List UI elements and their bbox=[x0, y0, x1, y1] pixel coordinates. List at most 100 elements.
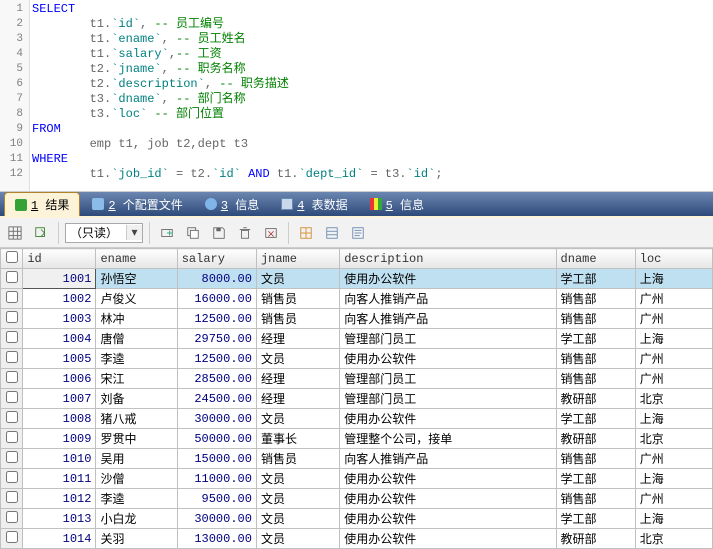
row-checkbox[interactable] bbox=[6, 351, 18, 363]
code-line[interactable]: t2.`description`, -- 职务描述 bbox=[32, 77, 711, 92]
cell-jname[interactable]: 文员 bbox=[256, 409, 339, 429]
cell-id[interactable]: 1013 bbox=[23, 509, 96, 529]
view-grid-icon[interactable] bbox=[295, 222, 317, 244]
cell-jname[interactable]: 销售员 bbox=[256, 449, 339, 469]
cell-id[interactable]: 1006 bbox=[23, 369, 96, 389]
cell-salary[interactable]: 13000.00 bbox=[177, 529, 256, 549]
row-checkbox[interactable] bbox=[6, 391, 18, 403]
cell-id[interactable]: 1001 bbox=[23, 269, 96, 289]
code-line[interactable]: SELECT bbox=[32, 2, 711, 17]
cell-description[interactable]: 使用办公软件 bbox=[340, 489, 556, 509]
cell-dname[interactable]: 销售部 bbox=[556, 449, 635, 469]
view-form-icon[interactable] bbox=[321, 222, 343, 244]
cell-dname[interactable]: 销售部 bbox=[556, 369, 635, 389]
code-line[interactable]: t1.`salary`,-- 工资 bbox=[32, 47, 711, 62]
cell-jname[interactable]: 文员 bbox=[256, 469, 339, 489]
row-checkbox[interactable] bbox=[6, 371, 18, 383]
cell-id[interactable]: 1004 bbox=[23, 329, 96, 349]
cell-loc[interactable]: 广州 bbox=[635, 489, 712, 509]
sql-editor[interactable]: 123456789101112 SELECT t1.`id`, -- 员工编号 … bbox=[0, 0, 713, 192]
table-row[interactable]: 1011沙僧11000.00文员使用办公软件学工部上海 bbox=[1, 469, 713, 489]
row-checkbox[interactable] bbox=[6, 291, 18, 303]
row-checkbox-cell[interactable] bbox=[1, 509, 23, 529]
header-checkbox-cell[interactable] bbox=[1, 249, 23, 269]
cell-jname[interactable]: 文员 bbox=[256, 489, 339, 509]
cell-loc[interactable]: 北京 bbox=[635, 529, 712, 549]
cell-loc[interactable]: 上海 bbox=[635, 469, 712, 489]
table-row[interactable]: 1012李逵9500.00文员使用办公软件销售部广州 bbox=[1, 489, 713, 509]
row-checkbox-cell[interactable] bbox=[1, 429, 23, 449]
cell-ename[interactable]: 刘备 bbox=[96, 389, 177, 409]
cell-id[interactable]: 1005 bbox=[23, 349, 96, 369]
cell-loc[interactable]: 北京 bbox=[635, 389, 712, 409]
cell-ename[interactable]: 关羽 bbox=[96, 529, 177, 549]
cell-ename[interactable]: 李逵 bbox=[96, 489, 177, 509]
cell-salary[interactable]: 24500.00 bbox=[177, 389, 256, 409]
row-checkbox-cell[interactable] bbox=[1, 489, 23, 509]
cell-ename[interactable]: 李逵 bbox=[96, 349, 177, 369]
delete-icon[interactable] bbox=[234, 222, 256, 244]
cell-loc[interactable]: 广州 bbox=[635, 449, 712, 469]
cell-dname[interactable]: 教研部 bbox=[556, 529, 635, 549]
mode-dropdown[interactable]: ▾ bbox=[65, 223, 143, 243]
table-row[interactable]: 1007刘备24500.00经理管理部门员工教研部北京 bbox=[1, 389, 713, 409]
cell-dname[interactable]: 销售部 bbox=[556, 309, 635, 329]
row-checkbox-cell[interactable] bbox=[1, 349, 23, 369]
cell-dname[interactable]: 学工部 bbox=[556, 269, 635, 289]
row-checkbox-cell[interactable] bbox=[1, 369, 23, 389]
save-icon[interactable] bbox=[208, 222, 230, 244]
column-header-salary[interactable]: salary bbox=[177, 249, 256, 269]
row-checkbox-cell[interactable] bbox=[1, 269, 23, 289]
cell-loc[interactable]: 北京 bbox=[635, 429, 712, 449]
tab-t4[interactable]: 4 表数据 bbox=[271, 193, 357, 216]
cell-dname[interactable]: 学工部 bbox=[556, 509, 635, 529]
cell-id[interactable]: 1009 bbox=[23, 429, 96, 449]
cell-loc[interactable]: 广州 bbox=[635, 349, 712, 369]
cell-loc[interactable]: 广州 bbox=[635, 369, 712, 389]
row-checkbox-cell[interactable] bbox=[1, 389, 23, 409]
cell-ename[interactable]: 小白龙 bbox=[96, 509, 177, 529]
cell-ename[interactable]: 宋江 bbox=[96, 369, 177, 389]
code-line[interactable]: t2.`jname`, -- 职务名称 bbox=[32, 62, 711, 77]
table-row[interactable]: 1009罗贯中50000.00董事长管理整个公司，接单教研部北京 bbox=[1, 429, 713, 449]
cell-id[interactable]: 1012 bbox=[23, 489, 96, 509]
select-all-checkbox[interactable] bbox=[6, 251, 18, 263]
row-checkbox[interactable] bbox=[6, 451, 18, 463]
duplicate-row-icon[interactable] bbox=[182, 222, 204, 244]
cell-description[interactable]: 向客人推销产品 bbox=[340, 449, 556, 469]
column-header-dname[interactable]: dname bbox=[556, 249, 635, 269]
tab-t2[interactable]: 2 个配置文件 bbox=[82, 193, 192, 216]
cell-description[interactable]: 使用办公软件 bbox=[340, 529, 556, 549]
cell-loc[interactable]: 广州 bbox=[635, 309, 712, 329]
cell-description[interactable]: 管理整个公司，接单 bbox=[340, 429, 556, 449]
cell-jname[interactable]: 文员 bbox=[256, 529, 339, 549]
cell-ename[interactable]: 猪八戒 bbox=[96, 409, 177, 429]
row-checkbox-cell[interactable] bbox=[1, 449, 23, 469]
cell-description[interactable]: 向客人推销产品 bbox=[340, 309, 556, 329]
cell-loc[interactable]: 上海 bbox=[635, 329, 712, 349]
cell-loc[interactable]: 上海 bbox=[635, 269, 712, 289]
cell-description[interactable]: 管理部门员工 bbox=[340, 389, 556, 409]
export-icon[interactable] bbox=[30, 222, 52, 244]
cell-ename[interactable]: 孙悟空 bbox=[96, 269, 177, 289]
table-row[interactable]: 1008猪八戒30000.00文员使用办公软件学工部上海 bbox=[1, 409, 713, 429]
cell-salary[interactable]: 15000.00 bbox=[177, 449, 256, 469]
code-line[interactable]: emp t1, job t2,dept t3 bbox=[32, 137, 711, 152]
cell-description[interactable]: 管理部门员工 bbox=[340, 369, 556, 389]
table-row[interactable]: 1006宋江28500.00经理管理部门员工销售部广州 bbox=[1, 369, 713, 389]
code-line[interactable]: t1.`job_id` = t2.`id` AND t1.`dept_id` =… bbox=[32, 167, 711, 182]
code-line[interactable]: t3.`loc` -- 部门位置 bbox=[32, 107, 711, 122]
cell-jname[interactable]: 文员 bbox=[256, 269, 339, 289]
row-checkbox-cell[interactable] bbox=[1, 409, 23, 429]
cell-salary[interactable]: 28500.00 bbox=[177, 369, 256, 389]
cell-salary[interactable]: 30000.00 bbox=[177, 509, 256, 529]
column-header-description[interactable]: description bbox=[340, 249, 556, 269]
cell-salary[interactable]: 50000.00 bbox=[177, 429, 256, 449]
cell-dname[interactable]: 教研部 bbox=[556, 429, 635, 449]
column-header-id[interactable]: id bbox=[23, 249, 96, 269]
cell-description[interactable]: 使用办公软件 bbox=[340, 469, 556, 489]
code-line[interactable]: t1.`id`, -- 员工编号 bbox=[32, 17, 711, 32]
chevron-down-icon[interactable]: ▾ bbox=[126, 225, 142, 240]
row-checkbox[interactable] bbox=[6, 331, 18, 343]
cell-salary[interactable]: 12500.00 bbox=[177, 309, 256, 329]
